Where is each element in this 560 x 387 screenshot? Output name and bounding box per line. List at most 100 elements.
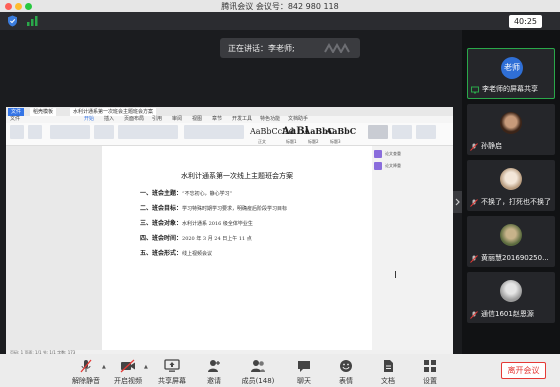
participant-tile[interactable]: 孙静启 [467, 104, 555, 155]
doc-tabbar: 文件 稻壳模板 水利计通系第一次班会主题班会方案 [6, 107, 453, 116]
doc-line: 二、班会目标：学习特殊时期学习要求，明确疫后阶段学习目标 [140, 205, 288, 212]
voice-wave-icon [324, 43, 350, 53]
doc-tab-template[interactable]: 稻壳模板 [30, 108, 57, 116]
plagiarism-check-icon [374, 150, 382, 158]
font-format-group[interactable] [118, 125, 178, 139]
members-button[interactable]: 成员(148) [240, 354, 276, 387]
doc-tab-current[interactable]: 水利计通系第一次班会主题班会方案 [70, 108, 157, 116]
menu-review[interactable]: 审阅 [172, 116, 182, 123]
mic-muted-icon [470, 199, 478, 207]
window-titlebar: 腾讯会议 会议号：842 980 118 [0, 0, 560, 12]
participant-tile[interactable]: 通信1601赵恩源 [467, 272, 555, 323]
doc-title: 水利计通系第一次线上主题班会方案 [181, 172, 293, 180]
camera-off-icon [120, 359, 135, 373]
chevron-right-icon [455, 198, 460, 206]
video-options-caret[interactable]: ▲ [144, 364, 148, 370]
rewrite-button[interactable]: 论文降重 [374, 162, 401, 170]
doc-menubar: 文件 开始 插入 页面布局 引用 审阅 视图 章节 开发工具 特色功能 文档助手 [6, 116, 453, 123]
signal-icon[interactable] [27, 16, 38, 26]
menu-layout[interactable]: 页面布局 [124, 116, 144, 123]
participant-tile[interactable]: 不换了，打死也不换了 [467, 160, 555, 211]
meeting-timer: 40:25 [508, 15, 542, 28]
menu-file[interactable]: 文件 [10, 116, 20, 123]
invite-button[interactable]: 邀请 [200, 354, 228, 387]
audio-options-caret[interactable]: ▲ [102, 364, 106, 370]
font-select[interactable] [50, 125, 90, 139]
avatar: 老师 [501, 57, 523, 79]
unmute-button[interactable]: 解除静音 [68, 354, 104, 387]
menu-doc-assistant[interactable]: 文档助手 [288, 116, 308, 123]
menu-chapter[interactable]: 章节 [212, 116, 222, 123]
participant-tile[interactable]: 黄丽慧201690250... [467, 216, 555, 267]
paste-icon[interactable] [10, 125, 24, 139]
style-heading3-label: 标题3 [330, 139, 341, 144]
select-icon[interactable] [416, 125, 436, 139]
paragraph-group[interactable] [184, 125, 244, 139]
doc-canvas: 水利计通系第一次线上主题班会方案 一、班会主题：“不忘初心，静心学习” 二、班会… [6, 146, 453, 350]
chat-icon [298, 361, 310, 372]
share-screen-button[interactable]: 共享屏幕 [154, 354, 190, 387]
plagiarism-check-button[interactable]: 论文查重 [374, 150, 401, 158]
leave-meeting-button[interactable]: 离开会议 [501, 362, 546, 379]
shared-document-window: 文件 稻壳模板 水利计通系第一次班会主题班会方案 文件 开始 插入 页面布局 引… [6, 107, 453, 356]
menu-view[interactable]: 视图 [192, 116, 202, 123]
screen-share-icon [164, 359, 180, 372]
doc-line: 四、班会时间：2020 年 3 月 24 日上午 11 点 [140, 235, 252, 242]
meeting-topbar: 40:25 [0, 12, 560, 30]
participant-name: 不换了，打死也不换了 [481, 198, 551, 206]
add-user-icon [208, 360, 220, 372]
start-video-button[interactable]: 开启视频 [110, 354, 146, 387]
style-normal-label: 正文 [258, 139, 266, 144]
doc-page[interactable]: 水利计通系第一次线上主题班会方案 一、班会主题：“不忘初心，静心学习” 二、班会… [102, 146, 372, 350]
settings-button[interactable]: 设置 [416, 354, 444, 387]
doc-line: 一、班会主题：“不忘初心，静心学习” [140, 190, 233, 197]
font-size-select[interactable] [94, 125, 114, 139]
participant-sidebar: 老师 李老师的屏幕共享 孙静启 不换了，打死也不换了 黄丽慧201690250.… [462, 30, 560, 354]
emoji-button[interactable]: 表情 [332, 354, 360, 387]
avatar [500, 280, 522, 302]
style-heading3[interactable]: AaBbC [326, 126, 356, 140]
mic-muted-icon [470, 311, 478, 319]
text-cursor-icon: I [394, 270, 397, 281]
speaking-text: 正在讲话：李老师; [228, 44, 295, 53]
mic-muted-icon [80, 359, 92, 373]
meeting-toolbar: 解除静音 ▲ 开启视频 ▲ 共享屏幕 邀请 成员(148) 聊天 表情 文档 设… [0, 354, 560, 387]
chat-button[interactable]: 聊天 [290, 354, 318, 387]
avatar [500, 224, 522, 246]
style-heading2-label: 标题2 [308, 139, 319, 144]
participant-name: 孙静启 [481, 142, 502, 150]
participant-tile[interactable]: 老师 李老师的屏幕共享 [467, 48, 555, 99]
participant-name: 通信1601赵恩源 [481, 310, 534, 318]
documents-button[interactable]: 文档 [374, 354, 402, 387]
screen-share-icon [471, 86, 479, 94]
emoji-icon [340, 360, 352, 372]
mic-muted-icon [470, 255, 478, 263]
window-title: 腾讯会议 会议号：842 980 118 [221, 2, 339, 11]
menu-reference[interactable]: 引用 [152, 116, 162, 123]
format-painter-icon[interactable] [28, 125, 42, 139]
avatar [500, 168, 522, 190]
participant-name: 黄丽慧201690250... [481, 254, 549, 262]
menu-home[interactable]: 开始 [84, 116, 94, 123]
find-replace-icon[interactable] [392, 125, 412, 139]
doc-side-panel: 论文查重 论文降重 [372, 146, 453, 350]
doc-tab-file[interactable]: 文件 [8, 108, 25, 116]
members-icon [251, 360, 265, 372]
style-heading1-label: 标题1 [286, 139, 297, 144]
shield-icon[interactable] [7, 15, 18, 27]
document-icon [384, 360, 393, 372]
collapse-sidebar-button[interactable] [453, 191, 462, 213]
menu-insert[interactable]: 插入 [104, 116, 114, 123]
doc-line: 三、班会对象：水利计通系 2016 级全体毕业生 [140, 220, 253, 227]
avatar [500, 112, 522, 134]
settings-icon [424, 360, 436, 372]
doc-line: 五、班会形式：线上视频会议 [140, 250, 213, 257]
shared-screen-area: 正在讲话：李老师; 文件 稻壳模板 水利计通系第一次班会主题班会方案 文件 开始… [0, 30, 462, 356]
menu-devtools[interactable]: 开发工具 [232, 116, 252, 123]
participant-name: 李老师的屏幕共享 [482, 85, 538, 93]
doc-ribbon: AaBbCcDd 正文 AaBl 标题1 AaBbC 标题2 AaBbC 标题3 [6, 123, 453, 146]
menu-features[interactable]: 特色功能 [260, 116, 280, 123]
text-tools-icon[interactable] [368, 125, 388, 139]
speaking-indicator: 正在讲话：李老师; [220, 38, 360, 58]
rewrite-icon [374, 162, 382, 170]
